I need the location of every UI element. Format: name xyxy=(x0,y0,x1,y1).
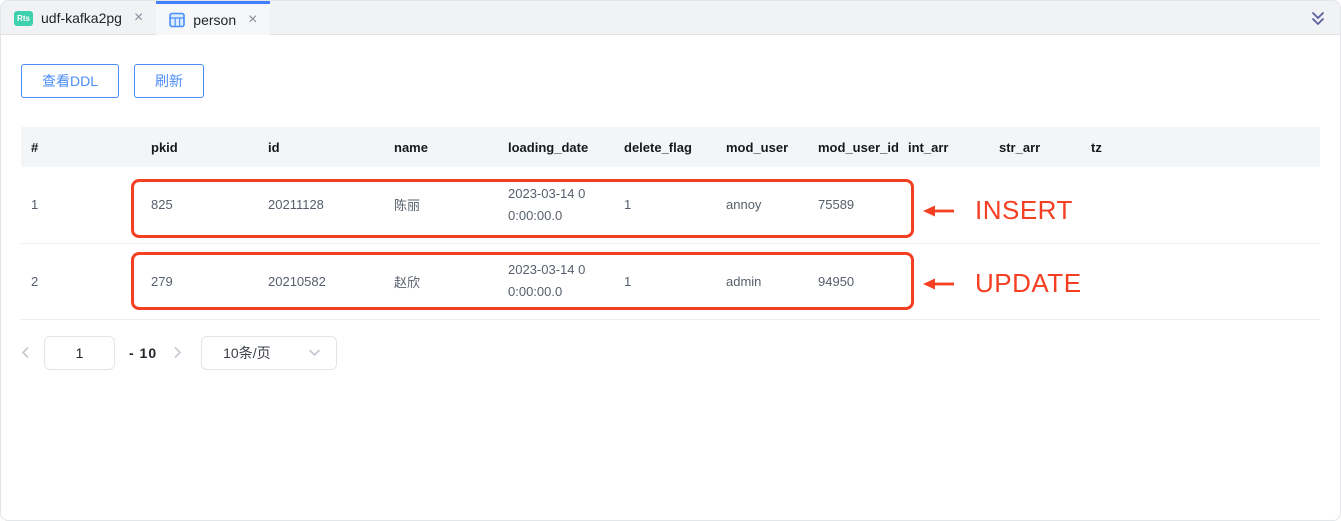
cell-int-arr xyxy=(892,243,983,319)
pagination: - 10 10条/页 xyxy=(21,336,1320,370)
cell-str-arr xyxy=(983,243,1075,319)
cell-pkid: 279 xyxy=(135,243,252,319)
column-header-mod-user: mod_user xyxy=(710,127,802,167)
cell-mod-user: admin xyxy=(710,243,802,319)
loading-date-value: 2023-03-14 00:00:00.0 xyxy=(508,183,588,227)
table-row: 2 279 20210582 赵欣 2023-03-14 00:00:00.0 … xyxy=(21,243,1320,319)
cell-tz xyxy=(1075,243,1320,319)
column-header-pkid: pkid xyxy=(135,127,252,167)
cell-loading-date: 2023-03-14 00:00:00.0 xyxy=(492,167,608,243)
cell-name: 陈丽 xyxy=(378,167,492,243)
table-viewer-panel: Rts udf-kafka2pg × person × xyxy=(0,0,1341,521)
close-icon[interactable]: × xyxy=(248,12,257,28)
cell-delete-flag: 1 xyxy=(608,243,710,319)
cell-id: 20211128 xyxy=(252,167,378,243)
page-size-select[interactable]: 10条/页 xyxy=(201,336,337,370)
cell-id: 20210582 xyxy=(252,243,378,319)
cell-name: 赵欣 xyxy=(378,243,492,319)
tab-label: person xyxy=(193,12,236,28)
cell-tz xyxy=(1075,167,1320,243)
chevron-right-icon xyxy=(173,346,182,359)
cell-mod-user: annoy xyxy=(710,167,802,243)
column-header-int-arr: int_arr xyxy=(892,127,983,167)
header-row: # pkid id name loading_date delete_flag … xyxy=(21,127,1320,167)
close-icon[interactable]: × xyxy=(134,10,143,26)
tab-person[interactable]: person × xyxy=(156,1,270,35)
view-ddl-button[interactable]: 查看DDL xyxy=(21,64,119,98)
table-row: 1 825 20211128 陈丽 2023-03-14 00:00:00.0 … xyxy=(21,167,1320,243)
page-size-value: 10条/页 xyxy=(223,343,270,363)
page-input[interactable] xyxy=(44,336,115,370)
column-header-id: id xyxy=(252,127,378,167)
toolbar: 查看DDL 刷新 xyxy=(21,64,1320,98)
loading-date-value: 2023-03-14 00:00:00.0 xyxy=(508,259,588,303)
cell-delete-flag: 1 xyxy=(608,167,710,243)
column-header-name: name xyxy=(378,127,492,167)
rts-file-icon: Rts xyxy=(14,11,33,26)
result-table-wrap: # pkid id name loading_date delete_flag … xyxy=(21,127,1320,320)
tab-label: udf-kafka2pg xyxy=(41,10,122,26)
column-header-loading-date: loading_date xyxy=(492,127,608,167)
cell-str-arr xyxy=(983,167,1075,243)
cell-pkid: 825 xyxy=(135,167,252,243)
table-icon xyxy=(169,12,185,28)
column-header-index: # xyxy=(21,127,135,167)
tab-content: 查看DDL 刷新 # pkid id name loadi xyxy=(1,64,1340,370)
column-header-str-arr: str_arr xyxy=(983,127,1075,167)
tab-bar: Rts udf-kafka2pg × person × xyxy=(1,1,1340,35)
prev-page-button[interactable] xyxy=(21,346,36,359)
cell-index: 1 xyxy=(21,167,135,243)
chevron-left-icon xyxy=(21,346,30,359)
cell-index: 2 xyxy=(21,243,135,319)
column-header-delete-flag: delete_flag xyxy=(608,127,710,167)
cell-mod-user-id: 94950 xyxy=(802,243,892,319)
column-header-tz: tz xyxy=(1075,127,1320,167)
double-chevron-down-icon xyxy=(1309,10,1327,27)
cell-loading-date: 2023-03-14 00:00:00.0 xyxy=(492,243,608,319)
tab-udf-kafka2pg[interactable]: Rts udf-kafka2pg × xyxy=(1,1,156,35)
chevron-down-icon xyxy=(308,348,321,357)
collapse-tabs-button[interactable] xyxy=(1309,1,1327,35)
total-count-label: - 10 xyxy=(129,345,157,361)
refresh-button[interactable]: 刷新 xyxy=(134,64,204,98)
column-header-mod-user-id: mod_user_id xyxy=(802,127,892,167)
cell-int-arr xyxy=(892,167,983,243)
cell-mod-user-id: 75589 xyxy=(802,167,892,243)
next-page-button[interactable] xyxy=(167,346,188,359)
data-table: # pkid id name loading_date delete_flag … xyxy=(21,127,1320,320)
